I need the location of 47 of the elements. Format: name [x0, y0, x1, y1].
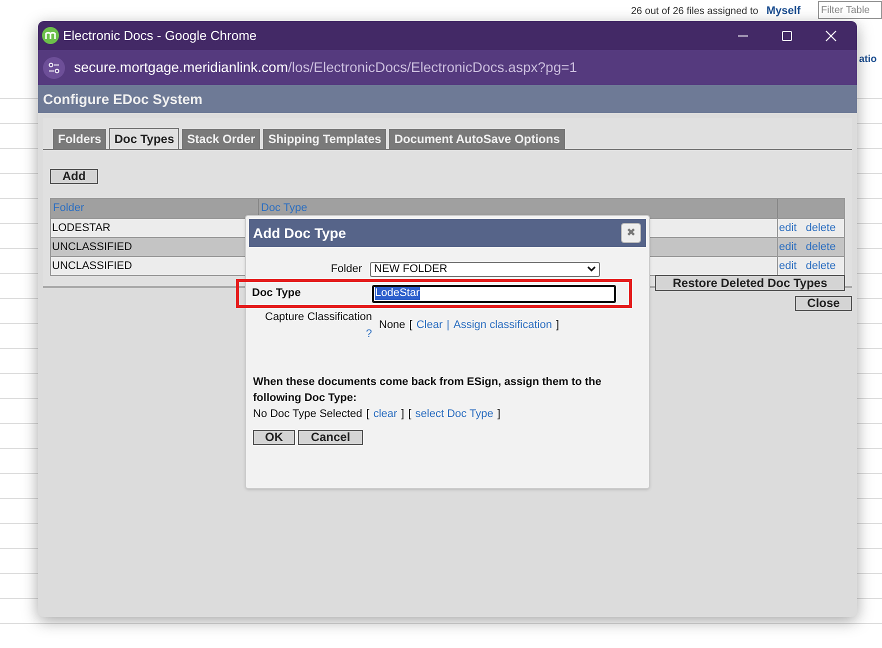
text: ]: [401, 407, 404, 422]
text: No Doc Type Selected: [253, 407, 362, 422]
doc-type-field[interactable]: LodeStar: [372, 284, 616, 302]
url-text[interactable]: secure.mortgage.meridianlink.com/los/ElectronicDocs/ElectronicDocs.aspx?pg=1: [74, 57, 578, 78]
text: ]: [497, 407, 500, 422]
row-action-link[interactable]: delete: [806, 238, 836, 256]
text: [: [408, 407, 412, 422]
chevron-icon: [587, 266, 596, 272]
esign-note: When these documents come back from ESign, assign them to the following Doc Type:: [252, 375, 602, 406]
page-heading: Configure EDoc System: [38, 85, 857, 113]
text: None: [379, 318, 406, 331]
text: [: [366, 407, 370, 422]
link[interactable]: clear: [373, 406, 398, 422]
row-action-link[interactable]: edit: [779, 257, 797, 275]
link[interactable]: Clear: [416, 317, 443, 331]
folder-select[interactable]: NEW FOLDER: [370, 262, 600, 276]
tab[interactable]: Folders: [53, 129, 106, 149]
row-action-link[interactable]: edit: [779, 219, 797, 237]
site-settings-icon[interactable]: [43, 56, 65, 78]
row-action-link[interactable]: edit: [779, 238, 797, 256]
assignment-note: 26 out of 26 files assigned to: [631, 4, 758, 18]
ok-button[interactable]: OK: [253, 430, 295, 445]
add-button[interactable]: Add: [50, 169, 98, 184]
tab[interactable]: Stack Order: [182, 129, 260, 149]
close-button[interactable]: Close: [795, 296, 852, 311]
field-label: Doc Type: [251, 286, 302, 302]
cancel-button[interactable]: Cancel: [298, 430, 363, 445]
logo-icon: [42, 27, 59, 44]
link[interactable]: select Doc Type: [415, 406, 494, 422]
field-label: Capture Classification: [265, 310, 372, 325]
link[interactable]: Assign classification: [454, 317, 552, 331]
tab[interactable]: Document AutoSave Options: [389, 129, 565, 149]
tab[interactable]: Shipping Templates: [263, 129, 386, 149]
tab[interactable]: Doc Types: [109, 128, 180, 149]
row-action-link[interactable]: delete: [806, 257, 836, 275]
window-title: Electronic Docs - Google Chrome: [63, 26, 257, 45]
assignee-link[interactable]: Myself: [766, 2, 801, 20]
dialog-close-button[interactable]: ✖: [621, 223, 641, 243]
separator: |: [446, 318, 450, 331]
field-label: Folder: [330, 262, 363, 277]
help-link[interactable]: ?: [366, 326, 372, 342]
text: ]: [556, 318, 560, 331]
restore-button[interactable]: Restore Deleted Doc Types: [655, 275, 845, 291]
header-link[interactable]: atio: [859, 52, 877, 67]
filter-field[interactable]: Filter Table: [818, 1, 882, 19]
text: [: [409, 318, 412, 331]
row-action-link[interactable]: delete: [806, 219, 836, 237]
